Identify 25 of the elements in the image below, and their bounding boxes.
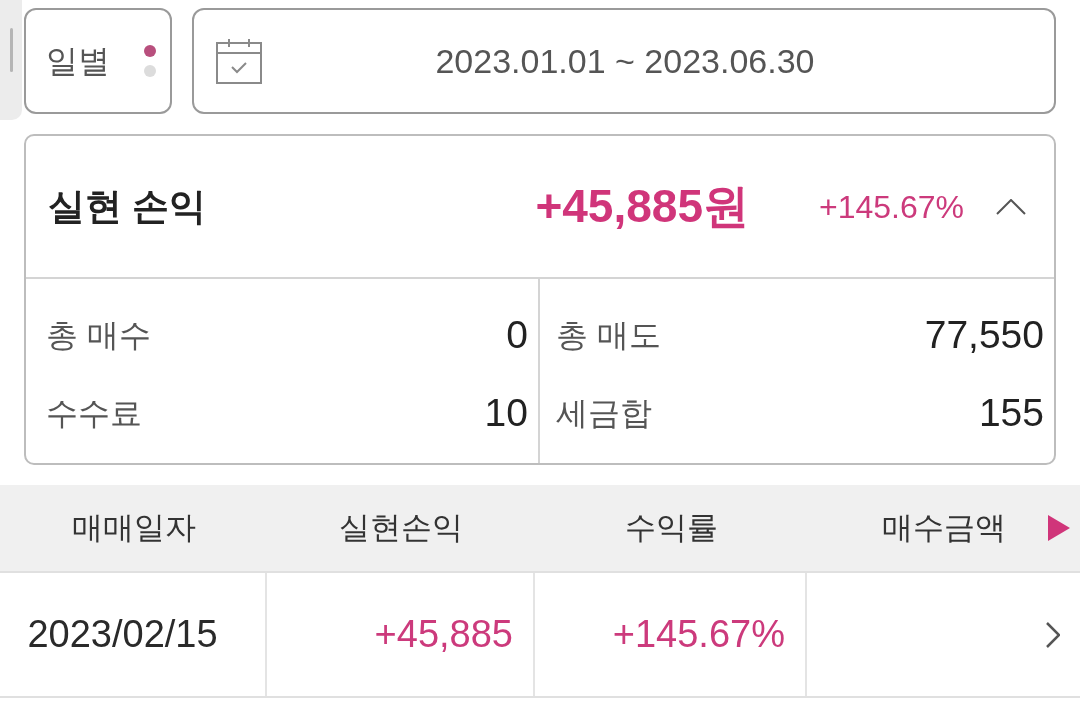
stat-value: 77,550 (924, 311, 1044, 358)
summary-title: 실현 손익 (48, 184, 207, 229)
stat-label: 수수료 (46, 394, 142, 433)
scroll-right-icon[interactable] (1048, 515, 1070, 541)
chevron-right-icon (1046, 621, 1060, 648)
column-header: 매수금액 (881, 508, 1006, 547)
column-header: 수익률 (624, 508, 718, 547)
period-selector[interactable]: 일별 (24, 8, 172, 114)
table-cell-text: +145.67% (612, 612, 785, 657)
chevron-up-icon (996, 198, 1026, 215)
calendar-icon (216, 38, 262, 84)
column-header: 실현손익 (339, 508, 463, 547)
date-range-field[interactable]: 2023.01.01 ~ 2023.06.30 (192, 8, 1056, 114)
stat-value: 155 (978, 389, 1044, 436)
stat-value: 10 (484, 389, 528, 436)
stat-value: 0 (506, 311, 528, 358)
column-header: 매매일자 (71, 508, 196, 547)
table-row[interactable]: 2023/02/15 +45,885 +145.67% (0, 571, 1080, 698)
table-cell-text: +45,885 (374, 612, 513, 657)
table-cell-text: 2023/02/15 (27, 612, 218, 657)
stat-label: 총 매수 (46, 316, 151, 355)
stat-label: 세금합 (556, 394, 652, 433)
profit-amount: +45,885원 (535, 179, 749, 234)
profit-rate: +145.67% (819, 187, 964, 227)
stat-label: 총 매도 (556, 316, 661, 355)
